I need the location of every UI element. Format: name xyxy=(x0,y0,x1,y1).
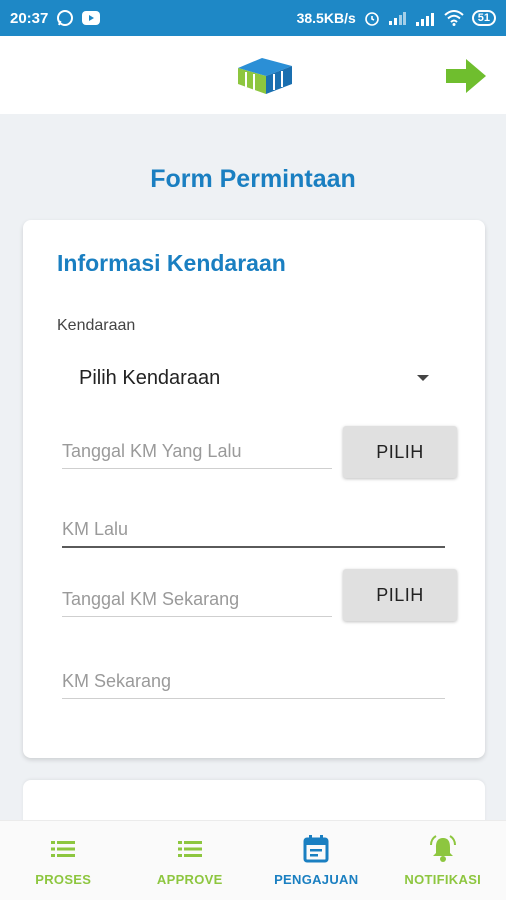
alarm-icon xyxy=(364,12,379,26)
nav-label: PROSES xyxy=(35,872,92,887)
nav-label: NOTIFIKASI xyxy=(404,872,482,887)
network-speed: 38.5KB/s xyxy=(296,10,356,26)
bell-icon xyxy=(429,835,456,862)
prev-km-field[interactable] xyxy=(62,519,445,548)
list-icon xyxy=(177,841,202,857)
bottom-navigation: PROSES APPROVE PENGAJUAN NOTIFIKASI xyxy=(0,820,506,900)
calendar-icon xyxy=(303,835,329,863)
vehicle-info-card: Informasi Kendaraan Kendaraan Pilih Kend… xyxy=(23,220,485,758)
prev-km-date-field[interactable] xyxy=(62,441,332,469)
page-title: Form Permintaan xyxy=(150,165,356,193)
current-km-date-field[interactable] xyxy=(62,589,332,617)
whatsapp-icon xyxy=(57,10,74,26)
dropdown-caret-icon xyxy=(417,375,429,381)
pick-current-km-date-button[interactable]: PILIH xyxy=(343,569,457,621)
card-title: Informasi Kendaraan xyxy=(57,250,286,276)
status-bar: 20:37 38.5KB/s 51 xyxy=(0,0,506,36)
nav-item-pengajuan[interactable]: PENGAJUAN xyxy=(253,821,380,900)
vehicle-select-value: Pilih Kendaraan xyxy=(79,366,221,389)
vehicle-select[interactable]: Pilih Kendaraan xyxy=(57,355,433,401)
signal-4g-icon xyxy=(415,13,434,26)
battery-indicator: 51 xyxy=(471,10,496,26)
nav-item-proses[interactable]: PROSES xyxy=(0,821,127,900)
nav-item-notifikasi[interactable]: NOTIFIKASI xyxy=(380,821,506,900)
youtube-icon xyxy=(82,11,101,25)
signal-icon xyxy=(388,12,406,25)
logout-arrow-icon[interactable] xyxy=(444,56,488,96)
wifi-icon xyxy=(444,10,464,26)
nav-item-approve[interactable]: APPROVE xyxy=(127,821,254,900)
app-logo xyxy=(238,58,292,94)
vehicle-label: Kendaraan xyxy=(57,317,136,334)
status-time: 20:37 xyxy=(10,9,49,27)
nav-label: PENGAJUAN xyxy=(274,872,359,887)
current-km-field[interactable] xyxy=(62,671,445,699)
pick-prev-km-date-button[interactable]: PILIH xyxy=(343,426,457,478)
app-bar xyxy=(0,36,506,114)
list-icon xyxy=(51,841,76,857)
nav-label: APPROVE xyxy=(156,872,223,887)
